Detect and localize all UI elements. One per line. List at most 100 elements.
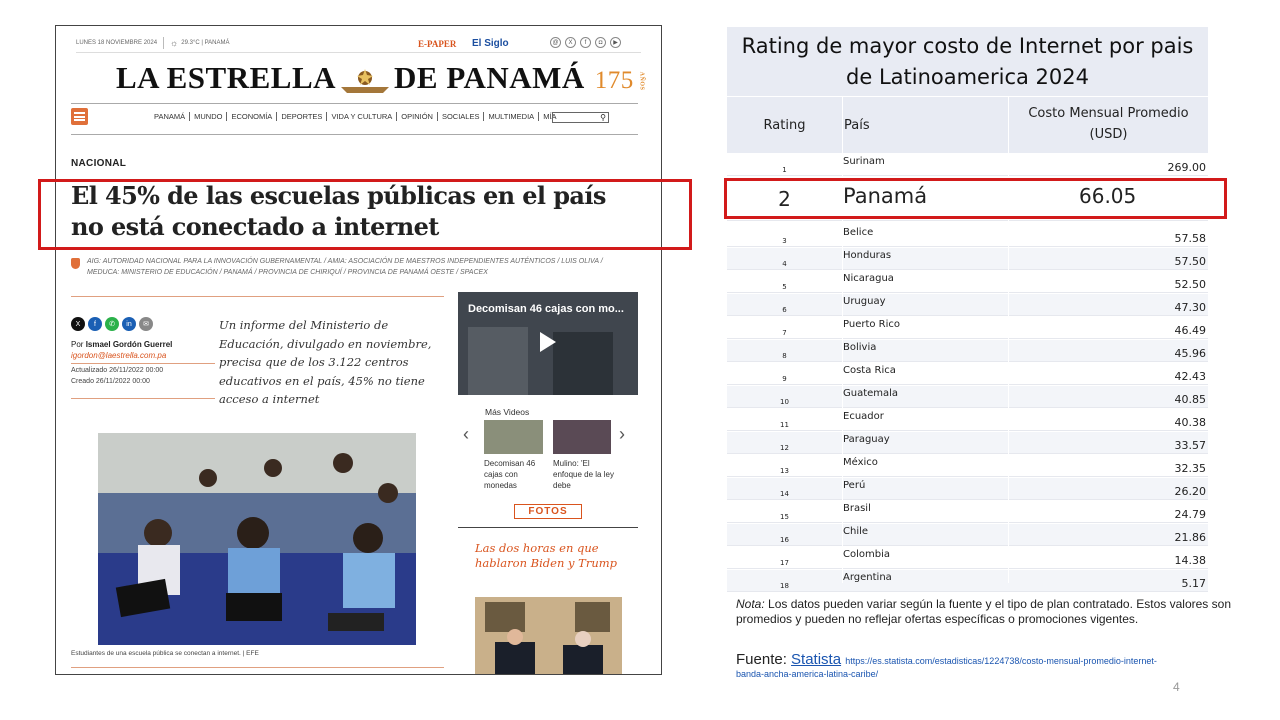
country-cell: México: [843, 457, 878, 468]
country-cell: Brasil: [843, 503, 871, 514]
country-cell: Perú: [843, 480, 866, 491]
table-row: 1 Surinam 269.00: [727, 154, 1208, 176]
cost-cell: 47.30: [1174, 301, 1207, 314]
video-thumbnail[interactable]: [553, 420, 611, 454]
cost-cell: 40.38: [1174, 416, 1207, 429]
author-name[interactable]: Ismael Gordón Guerrel: [86, 340, 173, 349]
related-article-link[interactable]: Las dos horas en que hablaron Biden y Tr…: [475, 541, 635, 571]
table-row: 18 Argentina 5.17: [727, 570, 1208, 592]
source-url[interactable]: https://es.statista.com/estadisticas/122…: [845, 656, 1157, 666]
cost-cell: 269.00: [1167, 161, 1207, 174]
table-row: 7 Puerto Rico 46.49: [727, 317, 1208, 339]
country-cell: Puerto Rico: [843, 319, 901, 330]
author-email[interactable]: igordon@laestrella.com.pa: [71, 350, 172, 361]
rank-cell: 14: [780, 490, 789, 498]
article-tags: AIG: AUTORIDAD NACIONAL PARA LA INNOVACI…: [71, 256, 631, 278]
cost-cell: 24.79: [1174, 508, 1207, 521]
tag-icon: [71, 258, 80, 269]
x-share-icon[interactable]: X: [71, 317, 85, 331]
created-date: Creado 26/11/2022 00:00: [71, 378, 150, 385]
header-country: País: [844, 117, 870, 133]
country-cell: Chile: [843, 526, 869, 537]
statista-link[interactable]: Statista: [791, 651, 841, 668]
linkedin-share-icon[interactable]: in: [122, 317, 136, 331]
table-row: 16 Chile 21.86: [727, 524, 1208, 546]
rank-cell: 8: [782, 352, 787, 360]
rank-cell: 13: [780, 467, 789, 475]
table-row: 13 México 32.35: [727, 455, 1208, 477]
email-share-icon[interactable]: ✉: [139, 317, 153, 331]
cost-cell: 46.49: [1174, 324, 1207, 337]
chevron-left-icon[interactable]: ‹: [463, 424, 469, 445]
table-row: 17 Colombia 14.38: [727, 547, 1208, 569]
divider: [71, 134, 638, 135]
el-siglo-link[interactable]: El Siglo: [472, 38, 509, 49]
headline-highlight: [38, 179, 692, 250]
video-caption[interactable]: Decomisan 46 cajas con monedas: [484, 458, 546, 491]
table-row: 14 Perú 26.20: [727, 478, 1208, 500]
chevron-right-icon[interactable]: ›: [619, 424, 625, 445]
internet-cost-table: Rating de mayor costo de Internet por pa…: [727, 27, 1208, 592]
weather-label: 29.3°C | PANAMÁ: [181, 39, 230, 46]
country-cell: Nicaragua: [843, 273, 894, 284]
search-input[interactable]: ⚲: [552, 112, 609, 123]
facebook-icon[interactable]: f: [580, 37, 591, 48]
x-icon[interactable]: X: [565, 37, 576, 48]
header-rank: Rating: [763, 117, 806, 133]
page-number: 4: [1173, 680, 1180, 694]
source-url-continued[interactable]: banda-ancha-america-latina-caribe/: [736, 669, 878, 679]
search-icon[interactable]: ⚲: [600, 113, 606, 122]
rank-cell: 9: [782, 375, 787, 383]
emblem-icon: [337, 67, 393, 95]
masthead-logo[interactable]: LA ESTRELLA DE PANAMÁ 175 AÑOS: [116, 60, 650, 96]
threads-icon[interactable]: @: [550, 37, 561, 48]
whatsapp-share-icon[interactable]: ✆: [105, 317, 119, 331]
video-title: Decomisan 46 cajas con mo...: [468, 303, 624, 315]
table-row: 11 Ecuador 40.38: [727, 409, 1208, 431]
epaper-link[interactable]: E-PAPER: [418, 39, 456, 49]
youtube-icon[interactable]: ▶: [610, 37, 621, 48]
play-icon[interactable]: [540, 332, 556, 352]
country-cell: Colombia: [843, 549, 890, 560]
instagram-icon[interactable]: ◘: [595, 37, 606, 48]
rank-cell: 7: [782, 329, 787, 337]
more-videos-label: Más Videos: [485, 407, 530, 417]
cost-cell: 42.43: [1174, 370, 1207, 383]
divider: [71, 296, 444, 297]
nav-item[interactable]: ECONOMÍA: [227, 112, 278, 121]
rank-cell: 16: [780, 536, 789, 544]
social-links: @ X f ◘ ▶: [550, 37, 621, 48]
nav-item[interactable]: MULTIMEDIA: [484, 112, 540, 121]
rank-cell: 6: [782, 306, 787, 314]
video-caption[interactable]: Mulino: 'El enfoque de la ley debe: [553, 458, 615, 491]
rank-cell: 11: [780, 421, 789, 429]
country-cell: Ecuador: [843, 411, 884, 422]
section-label[interactable]: NACIONAL: [71, 158, 126, 169]
note-text: Nota: Los datos pueden variar según la f…: [736, 597, 1231, 626]
rank-cell: 1: [782, 166, 787, 174]
nav-item[interactable]: DEPORTES: [277, 112, 328, 121]
table-row: 4 Honduras 57.50: [727, 248, 1208, 270]
rank-cell: 4: [782, 260, 787, 268]
cost-cell: 26.20: [1174, 485, 1207, 498]
cost-cell: 5.17: [1181, 577, 1207, 590]
video-thumbnail[interactable]: [484, 420, 543, 454]
nav-item[interactable]: SOCIALES: [438, 112, 485, 121]
nav-item[interactable]: VIDA Y CULTURA: [327, 112, 398, 121]
facebook-share-icon[interactable]: f: [88, 317, 102, 331]
panama-row-highlight: [724, 178, 1227, 219]
video-player[interactable]: Decomisan 46 cajas con mo...: [458, 292, 638, 395]
rank-cell: 15: [780, 513, 789, 521]
table-row: 5 Nicaragua 52.50: [727, 271, 1208, 293]
table-title: Rating de mayor costo de Internet por pa…: [727, 27, 1208, 96]
nav-item[interactable]: OPINIÓN: [397, 112, 438, 121]
main-nav: PANAMÁ MUNDO ECONOMÍA DEPORTES VIDA Y CULTUR…: [150, 112, 561, 121]
nav-item[interactable]: PANAMÁ: [150, 112, 191, 121]
country-cell: Argentina: [843, 572, 892, 583]
nav-item[interactable]: MUNDO: [190, 112, 228, 121]
hamburger-menu-icon[interactable]: [71, 108, 88, 125]
related-article-photo[interactable]: [475, 597, 622, 674]
fotos-button[interactable]: FOTOS: [514, 504, 582, 519]
table-row: 6 Uruguay 47.30: [727, 294, 1208, 316]
divider: [71, 667, 444, 668]
